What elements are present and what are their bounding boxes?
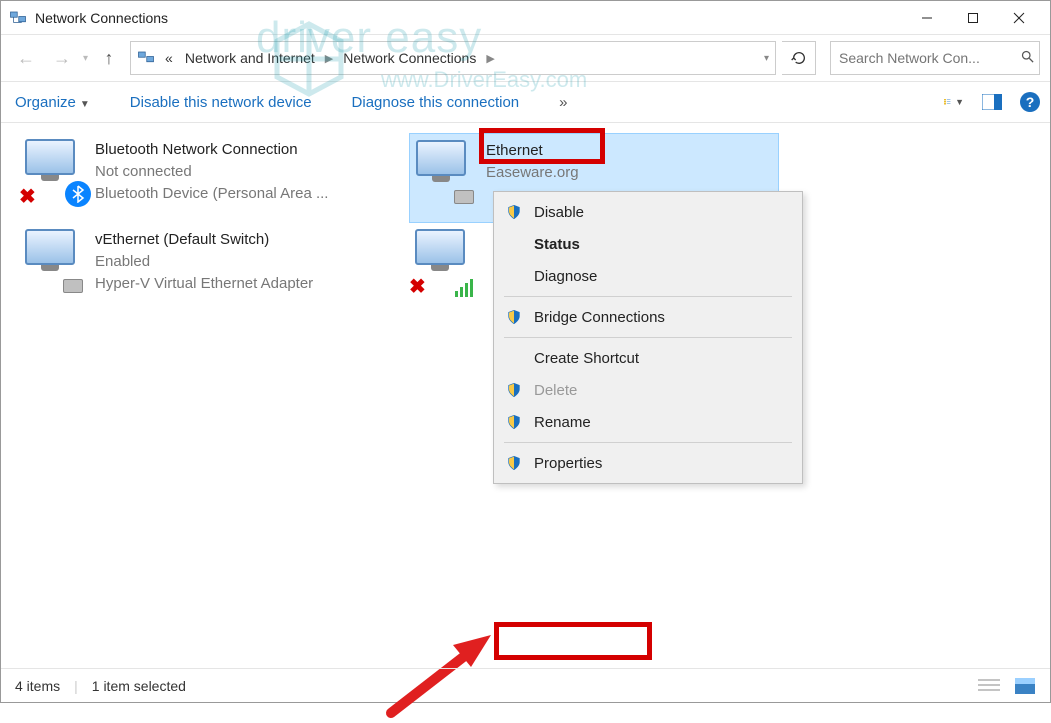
ctx-disable[interactable]: Disable: [496, 196, 800, 228]
refresh-icon: [791, 50, 807, 66]
connection-status: Easeware.org: [486, 162, 579, 184]
annotation-highlight-properties: [494, 622, 652, 660]
maximize-button[interactable]: [950, 3, 996, 33]
ctx-rename[interactable]: Rename: [496, 406, 800, 438]
more-commands-button[interactable]: »: [555, 90, 571, 115]
shield-icon: [504, 382, 524, 398]
close-icon: [1013, 12, 1025, 24]
ctx-status[interactable]: Status: [496, 228, 800, 260]
window-title: Network Connections: [35, 10, 904, 26]
view-options-button[interactable]: ▼: [944, 92, 964, 112]
shield-icon: [504, 414, 524, 430]
breadcrumb-sep-icon[interactable]: ▶: [486, 52, 494, 65]
connection-icon: [25, 229, 85, 299]
address-dropdown-icon[interactable]: ▾: [764, 53, 769, 64]
connection-status: Enabled: [95, 251, 313, 273]
breadcrumb-sep-icon[interactable]: ▶: [325, 52, 333, 65]
ctx-delete: Delete: [496, 374, 800, 406]
search-icon[interactable]: [1020, 49, 1035, 68]
disable-device-button[interactable]: Disable this network device: [126, 90, 316, 115]
connection-icon: ✖: [25, 139, 85, 209]
breadcrumb-part-1[interactable]: Network and Internet: [183, 50, 317, 66]
search-box[interactable]: [830, 41, 1040, 75]
diagnose-connection-button[interactable]: Diagnose this connection: [348, 90, 524, 115]
connection-icon: ✖: [415, 229, 475, 299]
address-bar[interactable]: « Network and Internet ▶ Network Connect…: [130, 41, 776, 75]
minimize-icon: [921, 12, 933, 24]
minimize-button[interactable]: [904, 3, 950, 33]
ctx-bridge[interactable]: Bridge Connections: [496, 301, 800, 333]
shield-icon: [504, 455, 524, 471]
shield-icon: [504, 309, 524, 325]
recent-dropdown-icon[interactable]: ▾: [83, 53, 88, 64]
context-menu: Disable Status Diagnose Bridge Connectio…: [493, 191, 803, 484]
help-button[interactable]: ?: [1020, 92, 1040, 112]
connection-item-bluetooth[interactable]: ✖ Bluetooth Network Connection Not conne…: [19, 133, 389, 223]
ctx-diagnose[interactable]: Diagnose: [496, 260, 800, 292]
navbar: ← → ▾ ↑ « Network and Internet ▶ Network…: [1, 35, 1050, 81]
ctx-shortcut[interactable]: Create Shortcut: [496, 342, 800, 374]
status-item-count: 4 items: [15, 678, 60, 694]
wifi-signal-icon: [455, 279, 473, 297]
content-area: ✖ Bluetooth Network Connection Not conne…: [1, 123, 1050, 668]
status-selection-count: 1 item selected: [92, 678, 186, 694]
connection-device: Hyper-V Virtual Ethernet Adapter: [95, 273, 313, 295]
titlebar: Network Connections: [1, 1, 1050, 35]
breadcrumb-part-2[interactable]: Network Connections: [341, 50, 478, 66]
bluetooth-icon: [65, 181, 91, 207]
annotation-highlight-ethernet: [479, 128, 605, 164]
connection-device: Bluetooth Device (Personal Area ...: [95, 183, 328, 205]
forward-button[interactable]: →: [47, 43, 77, 73]
close-button[interactable]: [996, 3, 1042, 33]
connection-item-vethernet[interactable]: vEthernet (Default Switch) Enabled Hyper…: [19, 223, 389, 313]
connection-icon: [416, 140, 476, 210]
organize-menu[interactable]: Organize▼: [11, 90, 94, 115]
connection-name: vEthernet (Default Switch): [95, 229, 313, 251]
breadcrumb-prefix: «: [163, 50, 175, 66]
details-view-button[interactable]: [978, 677, 1000, 695]
connection-name: Bluetooth Network Connection: [95, 139, 328, 161]
back-button[interactable]: ←: [11, 43, 41, 73]
large-icons-view-button[interactable]: [1014, 677, 1036, 695]
location-icon: [137, 49, 155, 67]
app-icon: [9, 9, 27, 27]
shield-icon: [504, 204, 524, 220]
refresh-button[interactable]: [782, 41, 816, 75]
ctx-properties[interactable]: Properties: [496, 447, 800, 479]
ethernet-plug-icon: [454, 190, 474, 204]
status-bar: 4 items | 1 item selected: [1, 668, 1050, 702]
command-bar: Organize▼ Disable this network device Di…: [1, 81, 1050, 123]
maximize-icon: [967, 12, 979, 24]
preview-pane-button[interactable]: [982, 92, 1002, 112]
disconnected-x-icon: ✖: [409, 274, 426, 299]
up-button[interactable]: ↑: [94, 43, 124, 73]
ethernet-plug-icon: [63, 279, 83, 293]
connection-status: Not connected: [95, 161, 328, 183]
disconnected-x-icon: ✖: [19, 184, 36, 209]
search-input[interactable]: [839, 50, 1020, 66]
